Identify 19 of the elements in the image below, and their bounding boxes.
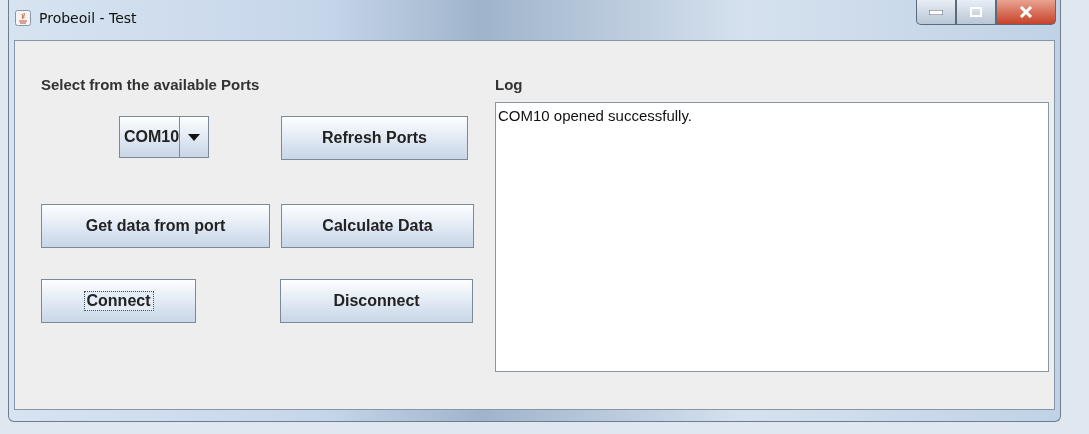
disconnect-button[interactable]: Disconnect <box>280 279 473 323</box>
minimize-icon <box>929 9 943 15</box>
maximize-button[interactable] <box>956 0 996 25</box>
close-icon <box>1019 6 1033 18</box>
app-icon <box>15 10 31 26</box>
log-line: COM10 opened successfully. <box>498 107 693 124</box>
ports-label: Select from the available Ports <box>41 76 261 93</box>
log-text-area[interactable]: COM10 opened successfully. <box>495 102 1049 372</box>
calculate-data-button[interactable]: Calculate Data <box>281 204 474 248</box>
port-dropdown[interactable]: COM10 <box>119 116 209 158</box>
connect-button[interactable]: Connect <box>41 279 196 323</box>
log-label: Log <box>495 76 524 93</box>
window-title: Probeoil - Test <box>39 10 137 26</box>
get-data-button[interactable]: Get data from port <box>41 204 270 248</box>
minimize-button[interactable] <box>916 0 956 25</box>
refresh-ports-button[interactable]: Refresh Ports <box>281 116 468 160</box>
caret-down-icon <box>188 133 201 141</box>
maximize-icon <box>970 7 982 17</box>
close-button[interactable] <box>996 0 1056 25</box>
